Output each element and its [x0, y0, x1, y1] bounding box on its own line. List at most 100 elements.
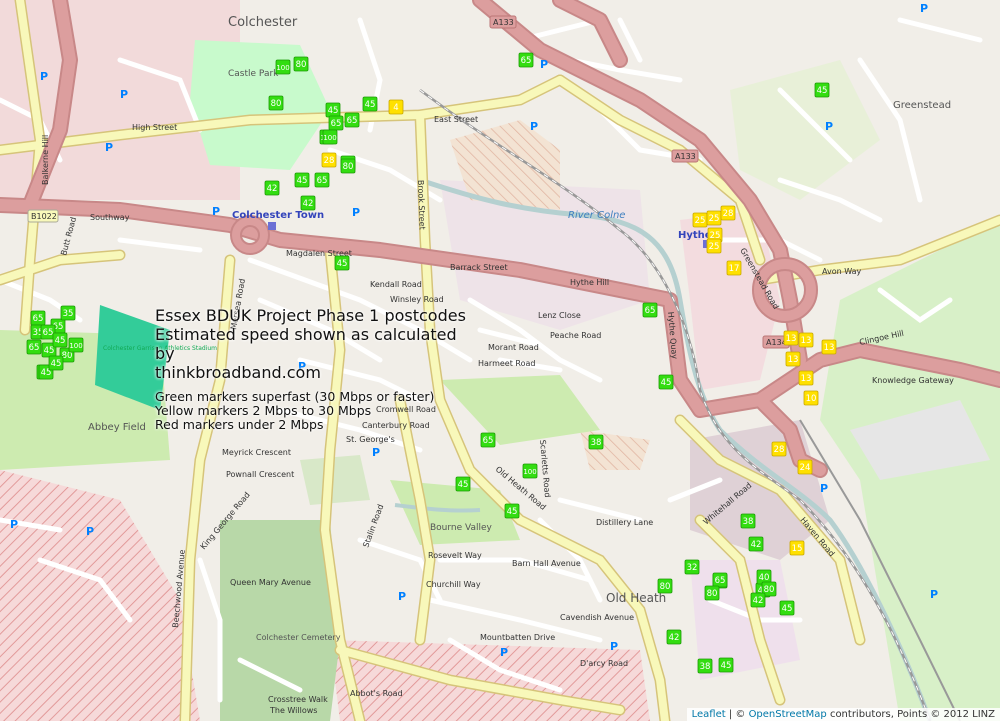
green-speed-value: 65: [347, 116, 358, 126]
green-speed-marker[interactable]: 38: [740, 513, 756, 529]
green-speed-marker[interactable]: 80: [340, 158, 356, 174]
yellow-speed-marker[interactable]: 24: [797, 459, 813, 475]
green-speed-marker[interactable]: 65: [26, 339, 42, 355]
yellow-speed-marker[interactable]: 25: [706, 210, 722, 226]
yellow-speed-marker[interactable]: 13: [798, 332, 814, 348]
yellow-speed-value: 25: [695, 216, 706, 226]
green-speed-marker[interactable]: 45: [455, 476, 471, 492]
green-speed-marker[interactable]: 65: [328, 115, 344, 131]
parking-icon: P: [105, 141, 113, 154]
road-label: Abbot's Road: [350, 689, 403, 698]
green-speed-marker[interactable]: 45: [52, 332, 68, 348]
green-speed-marker[interactable]: 45: [362, 96, 378, 112]
green-speed-marker[interactable]: 65: [642, 302, 658, 318]
green-speed-marker[interactable]: 65: [480, 432, 496, 448]
playing-field: [300, 455, 370, 505]
place-label: Castle Park: [228, 69, 279, 79]
green-speed-value: 35: [63, 309, 74, 319]
road-label: Morant Road: [488, 343, 539, 352]
green-speed-marker[interactable]: 35: [60, 305, 76, 321]
green-speed-value: 42: [753, 596, 764, 606]
yellow-speed-marker[interactable]: 13: [798, 370, 814, 386]
green-speed-value: 65: [43, 328, 54, 338]
road-label: Lenz Close: [538, 311, 581, 320]
green-speed-marker[interactable]: 45: [48, 355, 64, 371]
green-speed-marker[interactable]: 100: [322, 129, 338, 145]
green-speed-marker[interactable]: 32: [684, 559, 700, 575]
green-speed-marker[interactable]: 80: [657, 578, 673, 594]
green-speed-value: 45: [328, 106, 339, 116]
yellow-speed-marker[interactable]: 4: [388, 99, 404, 115]
green-speed-marker[interactable]: 45: [718, 657, 734, 673]
green-speed-value: 38: [700, 662, 711, 672]
yellow-speed-marker[interactable]: 10: [803, 390, 819, 406]
road-label: Brook Street: [416, 180, 427, 230]
green-speed-marker[interactable]: 45: [504, 503, 520, 519]
road-label: Canterbury Road: [362, 421, 430, 430]
yellow-speed-marker[interactable]: 28: [771, 441, 787, 457]
green-speed-marker[interactable]: 100: [522, 463, 538, 479]
green-speed-marker[interactable]: 65: [518, 52, 534, 68]
green-speed-marker[interactable]: 45: [294, 172, 310, 188]
road-label: Barrack Street: [450, 263, 508, 272]
green-speed-marker[interactable]: 45: [334, 255, 350, 271]
green-speed-value: 100: [323, 134, 336, 142]
yellow-speed-value: 28: [774, 445, 785, 455]
green-speed-marker[interactable]: 100: [275, 59, 291, 75]
colchester-town-station-icon[interactable]: [268, 222, 276, 230]
yellow-speed-marker[interactable]: 28: [321, 152, 337, 168]
green-speed-marker[interactable]: 42: [666, 629, 682, 645]
yellow-speed-value: 28: [324, 156, 335, 166]
green-speed-value: 80: [271, 99, 282, 109]
yellow-speed-marker[interactable]: 17: [726, 260, 742, 276]
yellow-speed-marker[interactable]: 25: [706, 238, 722, 254]
green-speed-marker[interactable]: 42: [750, 592, 766, 608]
yellow-speed-marker[interactable]: 13: [783, 330, 799, 346]
parking-icon: P: [540, 58, 548, 71]
map-view[interactable]: Colchester Colchester Town Hythe Old Hea…: [0, 0, 1000, 721]
green-speed-marker[interactable]: 65: [30, 310, 46, 326]
green-speed-marker[interactable]: 42: [264, 180, 280, 196]
map-attribution: Leaflet | © OpenStreetMap contributors, …: [686, 708, 1000, 721]
green-speed-marker[interactable]: 80: [704, 585, 720, 601]
green-speed-value: 65: [331, 119, 342, 129]
green-speed-marker[interactable]: 100: [68, 337, 84, 353]
green-speed-value: 65: [521, 56, 532, 66]
green-speed-marker[interactable]: 45: [814, 82, 830, 98]
parking-icon: P: [930, 588, 938, 601]
green-speed-value: 42: [751, 540, 762, 550]
place-label: Hythe: [678, 230, 712, 241]
yellow-speed-marker[interactable]: 13: [821, 339, 837, 355]
green-speed-marker[interactable]: 45: [779, 600, 795, 616]
place-label: Abbey Field: [88, 422, 146, 433]
green-speed-value: 45: [458, 480, 469, 490]
green-speed-marker[interactable]: 38: [697, 658, 713, 674]
yellow-speed-value: 13: [824, 343, 835, 353]
openstreetmap-link[interactable]: OpenStreetMap: [749, 709, 827, 720]
green-speed-value: 45: [661, 378, 672, 388]
road-label: Queen Mary Avenue: [230, 578, 311, 587]
yellow-speed-marker[interactable]: 13: [785, 351, 801, 367]
map-canvas[interactable]: Colchester Colchester Town Hythe Old Hea…: [0, 0, 1000, 721]
green-speed-marker[interactable]: 42: [748, 536, 764, 552]
green-speed-marker[interactable]: 42: [300, 195, 316, 211]
yellow-speed-marker[interactable]: 25: [692, 212, 708, 228]
green-speed-marker[interactable]: 65: [712, 572, 728, 588]
green-speed-marker[interactable]: 45: [325, 102, 341, 118]
yellow-speed-marker[interactable]: 28: [720, 205, 736, 221]
yellow-speed-marker[interactable]: 15: [789, 540, 805, 556]
parking-icon: P: [352, 206, 360, 219]
green-speed-marker[interactable]: 65: [344, 112, 360, 128]
parking-icon: P: [398, 590, 406, 603]
green-speed-marker[interactable]: 80: [268, 95, 284, 111]
green-speed-marker[interactable]: 38: [588, 434, 604, 450]
green-speed-value: 65: [483, 436, 494, 446]
leaflet-link[interactable]: Leaflet: [692, 709, 726, 720]
green-speed-marker[interactable]: 45: [658, 374, 674, 390]
green-speed-marker[interactable]: 65: [314, 172, 330, 188]
green-speed-value: 65: [33, 314, 44, 324]
road-label: High Street: [132, 123, 177, 132]
green-speed-marker[interactable]: 80: [293, 56, 309, 72]
parking-icon: P: [86, 525, 94, 538]
road-label: Barn Hall Avenue: [512, 559, 581, 568]
